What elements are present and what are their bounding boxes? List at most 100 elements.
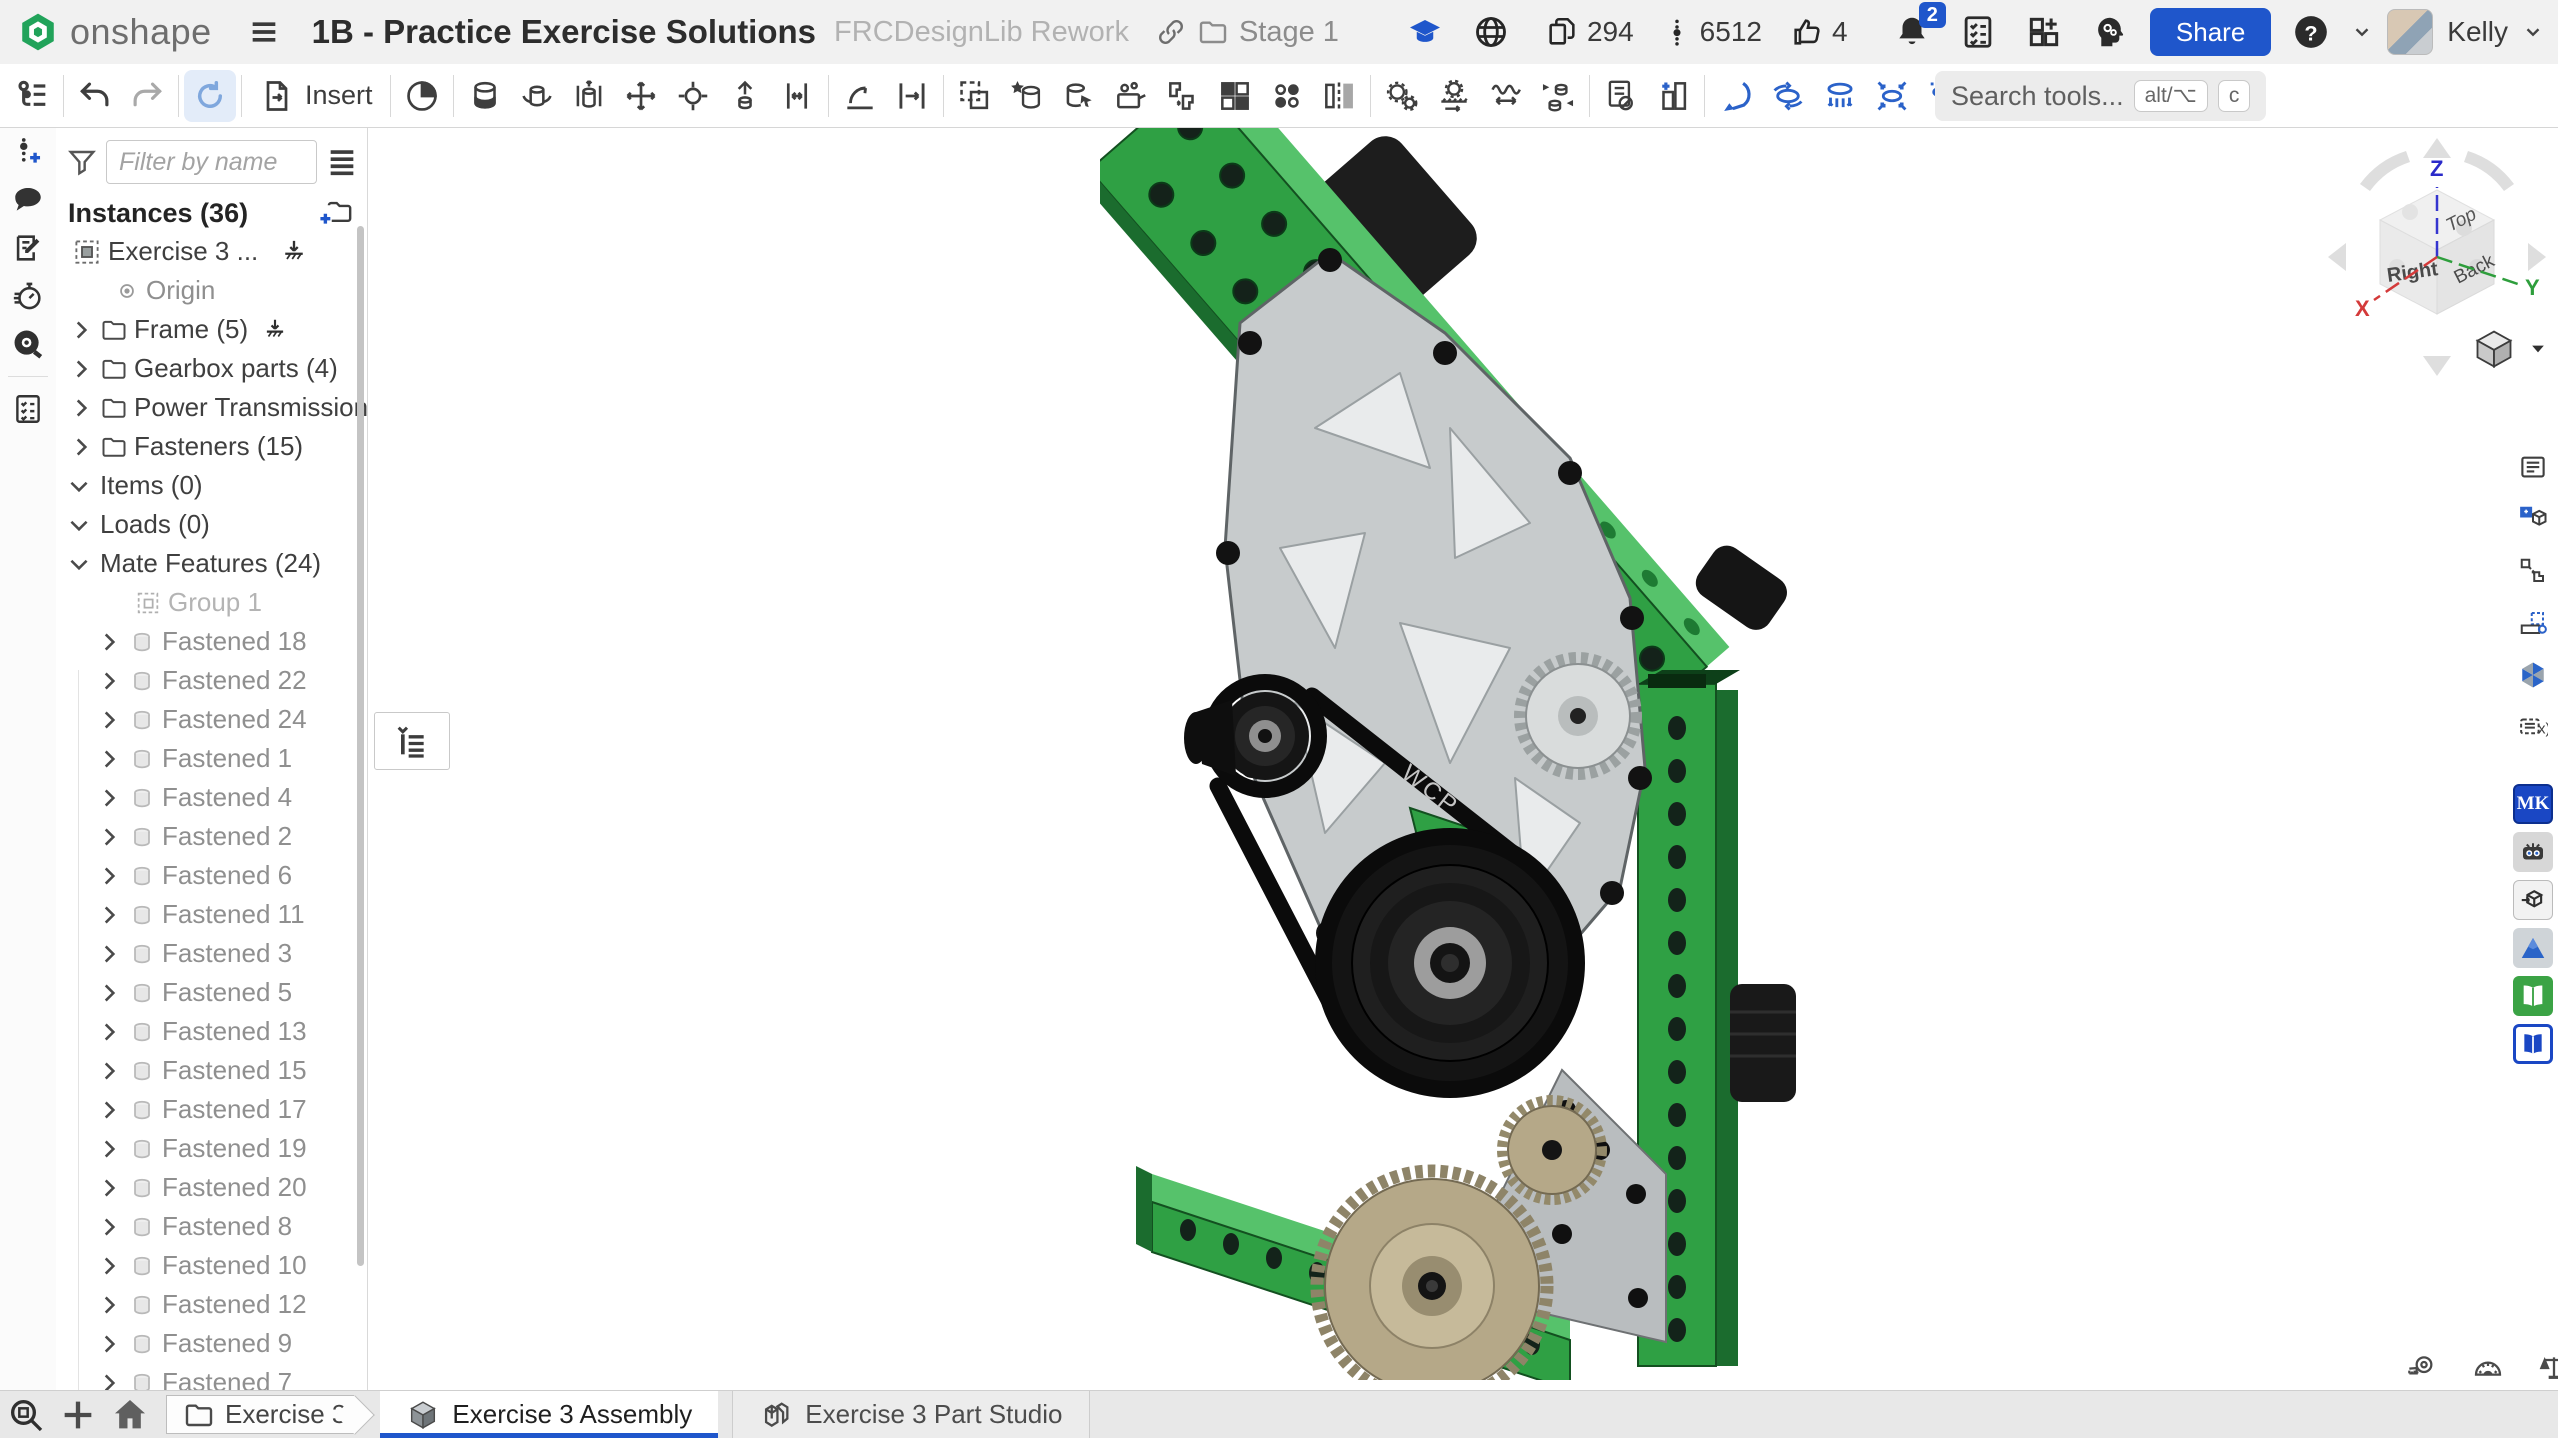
add-tab-button[interactable]	[52, 1391, 104, 1438]
pattern-button[interactable]	[1157, 70, 1209, 122]
chevron-right-icon[interactable]	[96, 746, 122, 772]
search-tools-button[interactable]: Search tools... alt/⌥ c	[1935, 71, 2266, 121]
tree-item-group[interactable]: Group 1	[56, 583, 367, 622]
gears-button[interactable]	[1376, 70, 1428, 122]
graphics-viewport[interactable]: WCP	[368, 128, 2558, 1390]
list-view-icon[interactable]	[325, 145, 359, 179]
protractor-button[interactable]	[2466, 1346, 2510, 1390]
chevron-right-icon[interactable]	[96, 1175, 122, 1201]
app-exporter-button[interactable]	[2513, 880, 2553, 920]
rotate-animate-button[interactable]	[1710, 70, 1762, 122]
versions-stat[interactable]: 6512	[1662, 15, 1762, 49]
features-flyout-button[interactable]	[374, 712, 450, 770]
slider-mate-button[interactable]	[563, 70, 615, 122]
panel-scrollbar[interactable]	[357, 226, 364, 1266]
search-settings-button[interactable]	[0, 320, 56, 368]
collapse-parts-button[interactable]	[1866, 70, 1918, 122]
mass-properties-button[interactable]	[2532, 1346, 2558, 1390]
tree-item-mate[interactable]: Fastened 13	[56, 1012, 367, 1051]
chevron-right-icon[interactable]	[96, 1214, 122, 1240]
tree-item-mate[interactable]: Fastened 17	[56, 1090, 367, 1129]
search-tabs-button[interactable]	[0, 1391, 52, 1438]
mate-connector-button[interactable]	[886, 70, 938, 122]
tree-item-mate[interactable]: Fastened 18	[56, 622, 367, 661]
revolute-mate-button[interactable]	[511, 70, 563, 122]
workspace-breadcrumb[interactable]: Stage 1	[1155, 16, 1339, 49]
tab-assembly[interactable]: Exercise 3 Assembly	[380, 1391, 718, 1438]
hide-features-button[interactable]	[1595, 70, 1647, 122]
cut-list-button[interactable]	[0, 385, 56, 433]
chevron-right-icon[interactable]	[96, 824, 122, 850]
tasks-button[interactable]	[1952, 6, 2004, 58]
insert-button[interactable]: Insert	[247, 70, 385, 122]
ai-advisor-button[interactable]	[2084, 6, 2136, 58]
selection-tool-button[interactable]	[1053, 70, 1105, 122]
add-folder-icon[interactable]	[319, 196, 353, 230]
folder-tab-exercise-3[interactable]: Exercise 3	[166, 1395, 354, 1434]
assembly-3d-render[interactable]: WCP	[1100, 128, 1800, 1380]
help-button[interactable]: ?	[2285, 6, 2337, 58]
notifications-button[interactable]: 2	[1886, 6, 1938, 58]
part-export-panel-button[interactable]	[2512, 550, 2554, 592]
chevron-right-icon[interactable]	[96, 863, 122, 889]
help-caret-icon[interactable]	[2351, 21, 2373, 43]
planar-mate-button[interactable]	[615, 70, 667, 122]
likes-stat[interactable]: 4	[1790, 15, 1848, 49]
chevron-right-icon[interactable]	[68, 356, 94, 382]
chevron-right-icon[interactable]	[96, 1370, 122, 1391]
chevron-right-icon[interactable]	[96, 1253, 122, 1279]
rack-pinion-button[interactable]	[1428, 70, 1480, 122]
chevron-right-icon[interactable]	[96, 941, 122, 967]
tree-item-power-folder[interactable]: Power Transmission (...	[56, 388, 367, 427]
tree-item-mate[interactable]: Fastened 11	[56, 895, 367, 934]
tree-item-mate[interactable]: Fastened 3	[56, 934, 367, 973]
pin-slot-mate-button[interactable]	[719, 70, 771, 122]
tree-item-origin[interactable]: Origin	[56, 271, 367, 310]
chevron-right-icon[interactable]	[68, 395, 94, 421]
mate-button[interactable]	[396, 70, 448, 122]
chevron-down-icon[interactable]	[66, 512, 92, 538]
tree-item-root[interactable]: Exercise 3 ...	[56, 232, 367, 271]
chevron-right-icon[interactable]	[96, 1019, 122, 1045]
mirror-button[interactable]	[1313, 70, 1365, 122]
tree-item-mate[interactable]: Fastened 4	[56, 778, 367, 817]
spring-button[interactable]	[1480, 70, 1532, 122]
onshape-logo[interactable]: onshape	[16, 10, 212, 54]
chevron-right-icon[interactable]	[96, 707, 122, 733]
spin-view-button[interactable]	[1762, 70, 1814, 122]
tree-item-mate[interactable]: Fastened 9	[56, 1324, 367, 1363]
tree-item-mate[interactable]: Fastened 24	[56, 700, 367, 739]
chevron-right-icon[interactable]	[96, 1058, 122, 1084]
section-mate-features[interactable]: Mate Features (24)	[56, 544, 367, 583]
tree-item-mate[interactable]: Fastened 1	[56, 739, 367, 778]
tree-item-mate[interactable]: Fastened 7	[56, 1363, 367, 1390]
learning-center-button[interactable]	[1399, 6, 1451, 58]
update-rebuild-button[interactable]	[184, 70, 236, 122]
chevron-down-icon[interactable]	[66, 551, 92, 577]
drop-parts-button[interactable]	[1814, 70, 1866, 122]
user-menu-caret-icon[interactable]	[2522, 21, 2544, 43]
tree-item-frame-folder[interactable]: Frame (5)	[56, 310, 367, 349]
width-mate-button[interactable]	[771, 70, 823, 122]
apps-button[interactable]	[2018, 6, 2070, 58]
performance-button[interactable]	[0, 272, 56, 320]
app-robot-button[interactable]	[2513, 832, 2553, 872]
chevron-right-icon[interactable]	[68, 434, 94, 460]
section-loads[interactable]: Loads (0)	[56, 505, 367, 544]
versions-history-button[interactable]	[0, 128, 56, 176]
edit-description-button[interactable]	[0, 224, 56, 272]
main-menu-button[interactable]	[238, 6, 290, 58]
app-docs-blue-button[interactable]	[2513, 1024, 2553, 1064]
app-altium-button[interactable]	[2513, 928, 2553, 968]
tree-item-fasteners-folder[interactable]: Fasteners (15)	[56, 427, 367, 466]
standard-content-button[interactable]	[1105, 70, 1157, 122]
share-button[interactable]: Share	[2150, 8, 2271, 56]
undo-button[interactable]	[69, 70, 121, 122]
tree-item-mate[interactable]: Fastened 6	[56, 856, 367, 895]
tree-item-mate[interactable]: Fastened 15	[56, 1051, 367, 1090]
replicate-button[interactable]	[1001, 70, 1053, 122]
tangent-mate-button[interactable]	[834, 70, 886, 122]
chevron-right-icon[interactable]	[96, 980, 122, 1006]
comments-button[interactable]	[0, 176, 56, 224]
tree-item-mate[interactable]: Fastened 5	[56, 973, 367, 1012]
